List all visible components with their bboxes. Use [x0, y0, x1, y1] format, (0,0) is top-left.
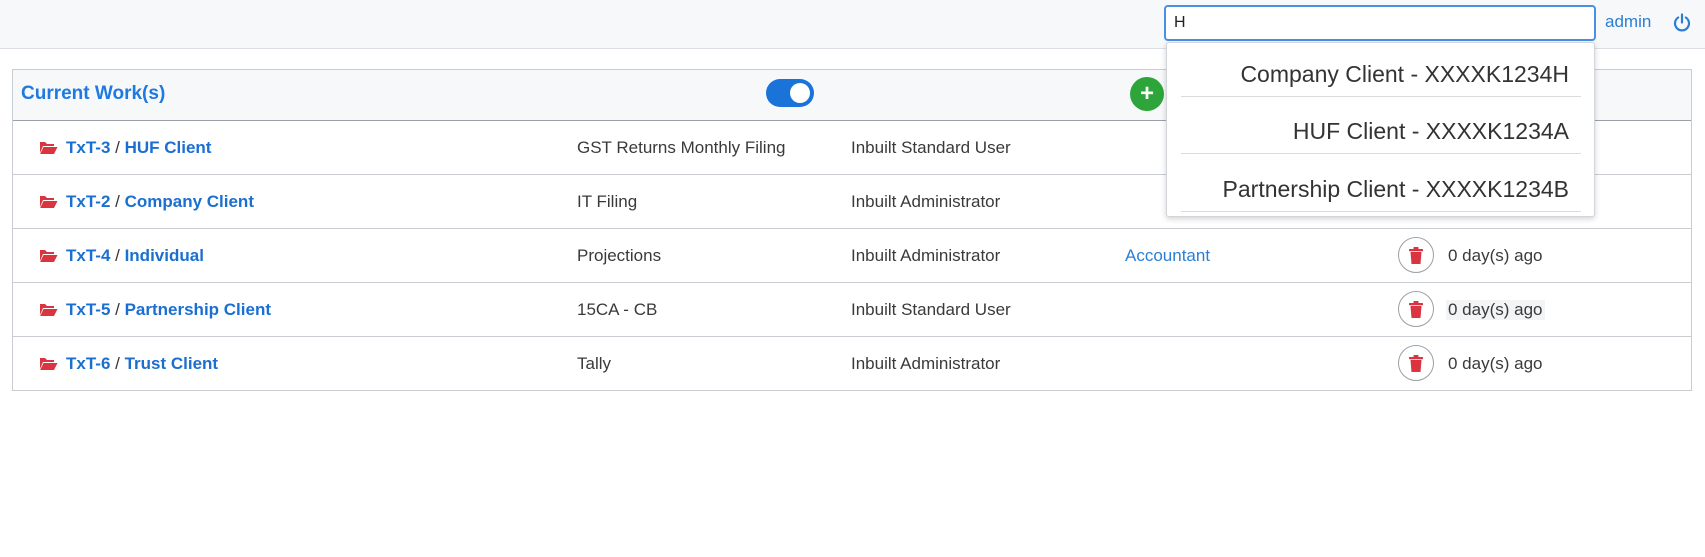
work-type: IT Filing	[577, 192, 638, 211]
work-link: TxT-2 / Company Client	[66, 192, 254, 212]
folder-open-icon	[40, 250, 58, 262]
toggle-knob	[790, 83, 810, 103]
separator: /	[110, 300, 125, 319]
role-link[interactable]: Accountant	[1125, 246, 1210, 266]
work-link: TxT-4 / Individual	[66, 246, 204, 266]
folder-open-icon	[40, 142, 58, 154]
work-code-link[interactable]: TxT-5	[66, 300, 110, 319]
client-name-link[interactable]: Partnership Client	[125, 300, 271, 319]
work-link: TxT-5 / Partnership Client	[66, 300, 271, 320]
suggestion-item[interactable]: Company Client - XXXXK1234H	[1181, 49, 1581, 97]
assigned-user: Inbuilt Administrator	[851, 192, 1001, 211]
client-search-input[interactable]	[1164, 5, 1596, 41]
suggestion-item[interactable]: Partnership Client - XXXXK1234B	[1181, 164, 1581, 212]
work-row: TxT-6 / Trust Client Tally Inbuilt Admin…	[13, 337, 1691, 391]
delete-button[interactable]	[1398, 345, 1434, 381]
work-code-link[interactable]: TxT-3	[66, 138, 110, 157]
work-row: TxT-5 / Partnership Client 15CA - CB Inb…	[13, 283, 1691, 337]
trash-icon	[1409, 247, 1423, 264]
folder-open-icon	[40, 196, 58, 208]
assigned-user: Inbuilt Administrator	[851, 354, 1001, 373]
view-toggle[interactable]	[766, 79, 814, 107]
suggestion-item[interactable]: HUF Client - XXXXK1234A	[1181, 106, 1581, 154]
client-name-link[interactable]: Company Client	[125, 192, 254, 211]
folder-open-icon	[40, 304, 58, 316]
work-type: Tally	[577, 354, 612, 373]
work-link: TxT-3 / HUF Client	[66, 138, 211, 158]
work-type: 15CA - CB	[577, 300, 658, 319]
trash-icon	[1409, 355, 1423, 372]
assigned-user: Inbuilt Standard User	[851, 300, 1011, 319]
separator: /	[110, 192, 125, 211]
work-link: TxT-6 / Trust Client	[66, 354, 218, 374]
client-name-link[interactable]: HUF Client	[125, 138, 212, 157]
trash-icon	[1409, 301, 1423, 318]
age-text: 0 day(s) ago	[1448, 246, 1543, 265]
work-type: GST Returns Monthly Filing	[577, 138, 786, 157]
work-type: Projections	[577, 246, 662, 265]
work-row: TxT-4 / Individual Projections Inbuilt A…	[13, 229, 1691, 283]
work-code-link[interactable]: TxT-6	[66, 354, 110, 373]
client-name-link[interactable]: Individual	[125, 246, 204, 265]
assigned-user: Inbuilt Administrator	[851, 246, 1001, 265]
work-code-link[interactable]: TxT-4	[66, 246, 110, 265]
add-work-button[interactable]: +	[1130, 77, 1164, 111]
work-code-link[interactable]: TxT-2	[66, 192, 110, 211]
folder-open-icon	[40, 358, 58, 370]
delete-button[interactable]	[1398, 237, 1434, 273]
age-text: 0 day(s) ago	[1446, 300, 1545, 320]
delete-button[interactable]	[1398, 291, 1434, 327]
client-name-link[interactable]: Trust Client	[125, 354, 219, 373]
assigned-user: Inbuilt Standard User	[851, 138, 1011, 157]
search-suggestions-dropdown: Company Client - XXXXK1234H HUF Client -…	[1166, 42, 1595, 217]
panel-title: Current Work(s)	[21, 83, 166, 104]
power-icon[interactable]	[1672, 13, 1692, 33]
separator: /	[110, 354, 125, 373]
age-text: 0 day(s) ago	[1448, 354, 1543, 373]
separator: /	[110, 246, 125, 265]
user-admin-link[interactable]: admin	[1605, 12, 1651, 32]
separator: /	[110, 138, 125, 157]
